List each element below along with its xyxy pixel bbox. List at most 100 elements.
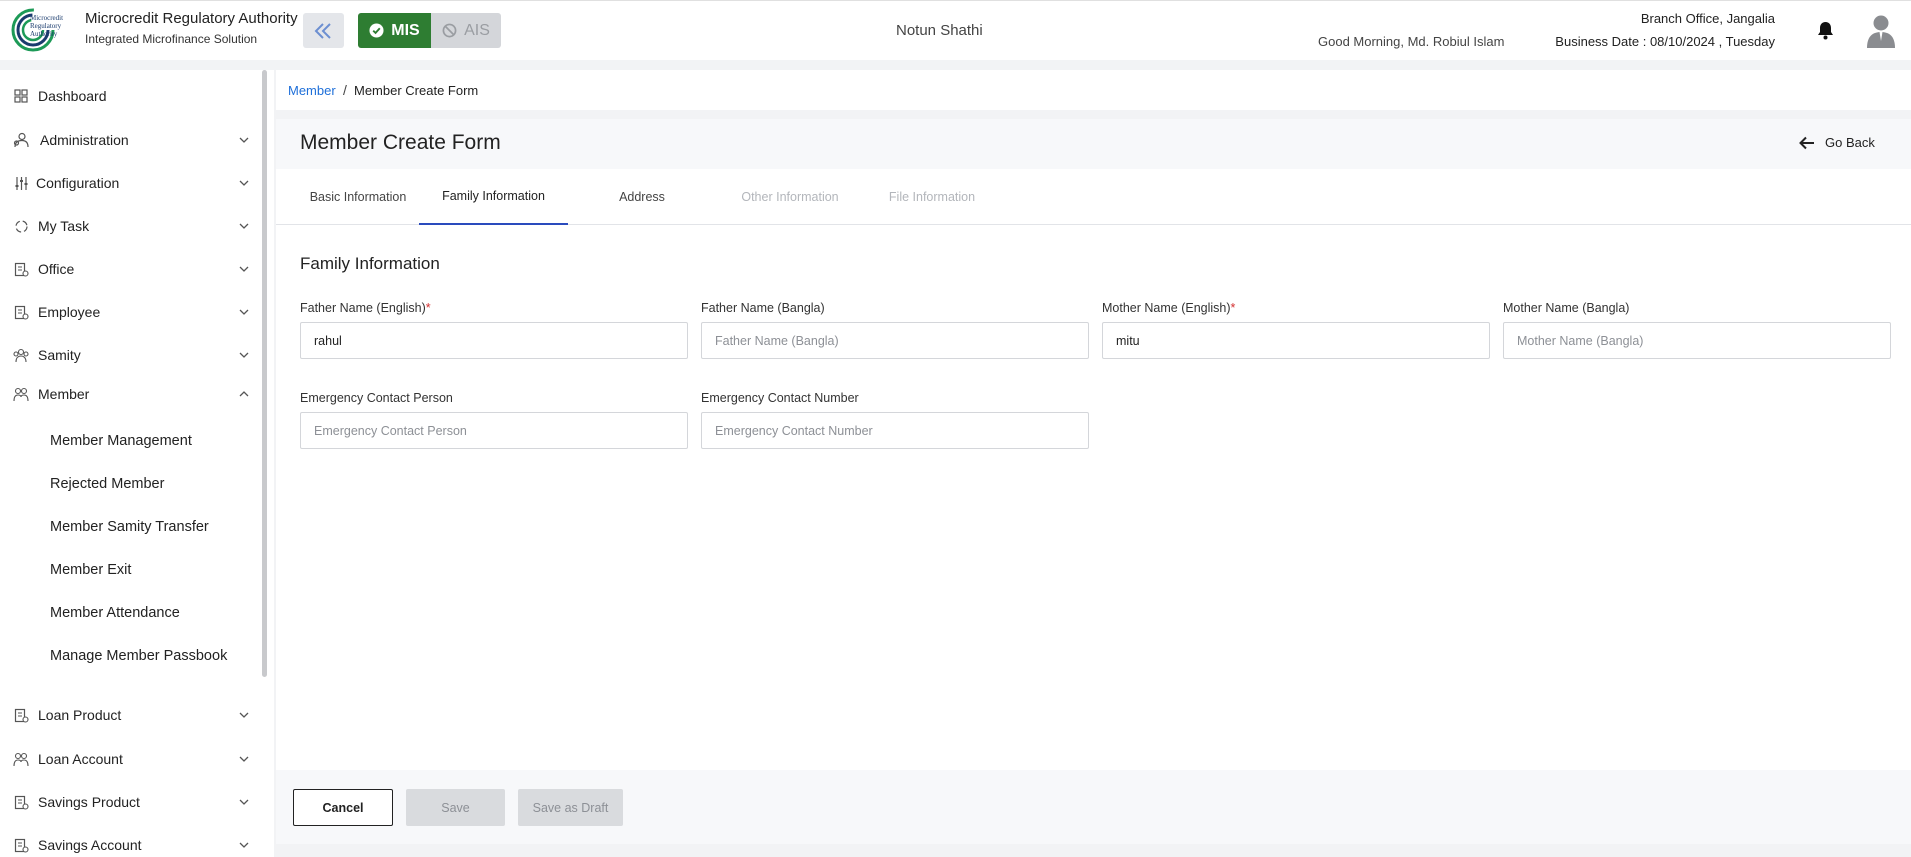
sidebar-item-loan-product[interactable]: Loan Product: [0, 697, 262, 733]
notification-bell-icon[interactable]: [1817, 21, 1834, 40]
double-chevron-left-icon: [314, 22, 331, 39]
sidebar-item-configuration[interactable]: Configuration: [0, 165, 262, 201]
form-header: Member Create Form Go Back: [276, 119, 1911, 169]
chevron-down-icon: [239, 756, 249, 762]
ais-mode-button[interactable]: AIS: [431, 13, 501, 48]
chevron-down-icon: [239, 266, 249, 272]
form-actions: Cancel Save Save as Draft: [276, 770, 1911, 844]
sidebar-item-label: My Task: [38, 218, 90, 234]
grid-icon: [13, 88, 29, 104]
office-icon: [13, 261, 29, 277]
emergency-contact-number-label: Emergency Contact Number: [701, 391, 859, 405]
sidebar-item-loan-account[interactable]: Loan Account: [0, 741, 262, 777]
app-name: Notun Shathi: [896, 22, 983, 39]
sidebar-item-office[interactable]: Office: [0, 251, 262, 287]
father-name-english-input[interactable]: [300, 322, 688, 359]
chevron-down-icon: [239, 180, 249, 186]
top-header: Microcredit Regulatory Authority Microcr…: [0, 0, 1911, 60]
breadcrumb-current: Member Create Form: [354, 83, 479, 98]
sidebar-item-label: Savings Account: [38, 837, 142, 853]
branch-office: Branch Office, Jangalia: [1640, 11, 1775, 26]
sidebar-item-savings-product[interactable]: Savings Product: [0, 784, 262, 820]
sidebar-item-label: Office: [38, 261, 75, 277]
page-title: Member Create Form: [300, 131, 501, 154]
breadcrumb: Member / Member Create Form: [276, 70, 1911, 110]
form-card: Member Create Form Go Back Basic Informa…: [276, 119, 1911, 770]
sidebar-item-label: Configuration: [36, 175, 120, 191]
mis-label: MIS: [391, 21, 420, 39]
sidebar-item-label: Administration: [40, 132, 129, 148]
loan-product-icon: [13, 707, 29, 723]
ais-label: AIS: [464, 21, 490, 39]
chevron-up-icon: [239, 391, 249, 397]
tab-other-information[interactable]: Other Information: [716, 169, 864, 225]
chevron-down-icon: [239, 137, 249, 143]
sidebar-subitem-member-management[interactable]: Member Management: [50, 433, 192, 449]
check-circle-icon: [369, 23, 384, 38]
sidebar-item-label: Loan Product: [38, 707, 122, 723]
org-name: Microcredit Regulatory Authority: [85, 10, 298, 27]
go-back-label: Go Back: [1825, 135, 1875, 150]
mis-mode-button[interactable]: MIS: [358, 13, 431, 48]
save-as-draft-button[interactable]: Save as Draft: [518, 789, 623, 826]
tab-family-information[interactable]: Family Information: [419, 169, 568, 225]
sidebar-subitem-member-samity-transfer[interactable]: Member Samity Transfer: [50, 519, 209, 535]
sidebar-item-label: Dashboard: [38, 88, 107, 104]
mother-name-bangla-label: Mother Name (Bangla): [1503, 301, 1630, 315]
save-button[interactable]: Save: [406, 789, 505, 826]
sidebar-scrollbar[interactable]: [262, 70, 267, 677]
sidebar-item-employee[interactable]: Employee: [0, 294, 262, 330]
samity-icon: [13, 347, 29, 363]
sidebar-item-label: Loan Account: [38, 751, 123, 767]
loan-account-icon: [13, 751, 29, 767]
sidebar-item-samity[interactable]: Samity: [0, 337, 262, 373]
sidebar-item-label: Samity: [38, 347, 81, 363]
mother-name-english-input[interactable]: [1102, 322, 1490, 359]
emergency-contact-person-input[interactable]: [300, 412, 688, 449]
user-avatar[interactable]: [1866, 14, 1896, 48]
admin-icon: [13, 132, 29, 148]
sidebar-item-label: Savings Product: [38, 794, 140, 810]
tab-address[interactable]: Address: [568, 169, 716, 225]
required-asterisk: *: [1230, 301, 1236, 315]
task-icon: [13, 218, 29, 234]
section-title: Family Information: [300, 254, 440, 273]
savings-account-icon: [13, 837, 29, 853]
mother-name-english-label: Mother Name (English)*: [1102, 301, 1236, 315]
block-icon: [442, 23, 457, 38]
sidebar-item-dashboard[interactable]: Dashboard: [0, 78, 262, 114]
sidebar-subitem-rejected-member[interactable]: Rejected Member: [50, 476, 164, 492]
form-tabs: Basic Information Family Information Add…: [276, 169, 1911, 225]
sidebar-subitem-member-attendance[interactable]: Member Attendance: [50, 605, 180, 621]
org-subtitle: Integrated Microfinance Solution: [85, 32, 258, 46]
sidebar-subitem-member-exit[interactable]: Member Exit: [50, 562, 131, 578]
chevron-down-icon: [239, 352, 249, 358]
logo-text: Microcredit Regulatory Authority: [30, 14, 64, 38]
father-name-bangla-label: Father Name (Bangla): [701, 301, 825, 315]
mother-name-bangla-input[interactable]: [1503, 322, 1891, 359]
sidebar: Dashboard Administration Configuration M…: [0, 70, 274, 857]
go-back-button[interactable]: Go Back: [1799, 135, 1875, 150]
breadcrumb-separator: /: [343, 82, 347, 98]
tab-file-information[interactable]: File Information: [864, 169, 1000, 225]
breadcrumb-link-member[interactable]: Member: [288, 83, 336, 98]
sidebar-collapse-button[interactable]: [303, 13, 344, 48]
business-date: Business Date : 08/10/2024 , Tuesday: [1555, 34, 1775, 49]
sidebar-item-my-task[interactable]: My Task: [0, 208, 262, 244]
cancel-button[interactable]: Cancel: [293, 789, 393, 826]
sidebar-item-label: Employee: [38, 304, 101, 320]
sidebar-subitem-manage-member-passbook[interactable]: Manage Member Passbook: [50, 648, 227, 664]
emergency-contact-number-input[interactable]: [701, 412, 1089, 449]
father-name-bangla-input[interactable]: [701, 322, 1089, 359]
sidebar-item-savings-account[interactable]: Savings Account: [0, 827, 262, 857]
required-asterisk: *: [425, 301, 431, 315]
tab-basic-information[interactable]: Basic Information: [294, 169, 422, 225]
chevron-down-icon: [239, 842, 249, 848]
chevron-down-icon: [239, 712, 249, 718]
sidebar-item-member[interactable]: Member: [0, 376, 262, 412]
chevron-down-icon: [239, 223, 249, 229]
emergency-contact-person-label: Emergency Contact Person: [300, 391, 453, 405]
sidebar-item-administration[interactable]: Administration: [0, 122, 262, 158]
user-greeting: Good Morning, Md. Robiul Islam: [1318, 34, 1505, 49]
sidebar-item-label: Member: [38, 386, 90, 402]
